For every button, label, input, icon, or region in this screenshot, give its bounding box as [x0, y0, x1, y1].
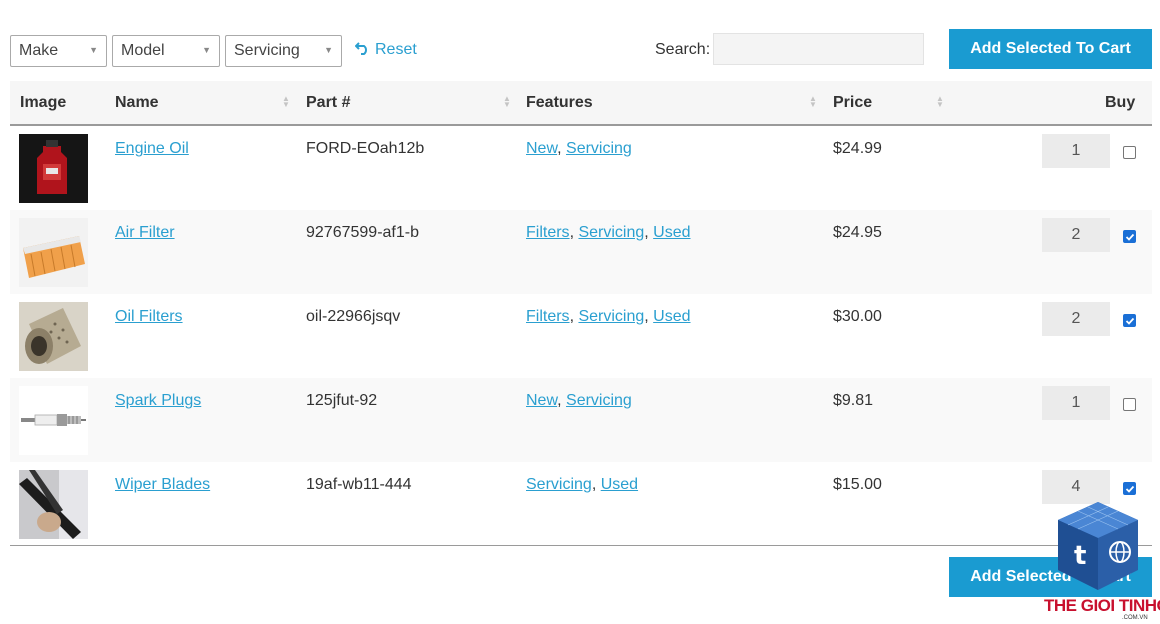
price: $30.00 [833, 308, 882, 325]
product-image-oil-filters [19, 302, 88, 371]
quantity-input[interactable]: 1 [1042, 134, 1110, 168]
feature-link[interactable]: Servicing [578, 308, 644, 325]
sort-icon[interactable]: ▲ ▼ [503, 95, 511, 109]
features-list: New, Servicing [526, 140, 632, 157]
feature-link[interactable]: Used [601, 476, 638, 493]
make-select[interactable]: Make ▼ [10, 35, 107, 67]
buy-checkbox[interactable] [1123, 398, 1136, 411]
buy-checkbox[interactable] [1123, 230, 1136, 243]
cube-logo-icon: t [1058, 502, 1138, 590]
product-image-air-filter [19, 218, 88, 287]
header-price[interactable]: Price [833, 94, 872, 112]
header-buy: Buy [1105, 94, 1136, 111]
table-row: Wiper Blades 19af-wb11-444 Servicing, Us… [10, 462, 1152, 546]
svg-text:t: t [1074, 541, 1086, 571]
servicing-select-value: Servicing [234, 42, 300, 59]
buy-checkbox[interactable] [1123, 482, 1136, 495]
table-row: Oil Filters oil-22966jsqv Filters, Servi… [10, 294, 1152, 378]
model-select[interactable]: Model ▼ [112, 35, 220, 67]
product-name-link[interactable]: Air Filter [115, 224, 175, 242]
feature-link[interactable]: Servicing [566, 140, 632, 157]
search-label: Search: [655, 41, 711, 58]
watermark-domain: .COM.VN [1122, 615, 1148, 621]
price: $9.81 [833, 392, 874, 409]
price: $24.99 [833, 140, 882, 157]
quantity-input[interactable]: 2 [1042, 218, 1110, 252]
feature-link[interactable]: New [526, 392, 557, 409]
product-name-link[interactable]: Oil Filters [115, 308, 183, 326]
features-list: Filters, Servicing, Used [526, 224, 691, 241]
product-name-link[interactable]: Engine Oil [115, 140, 189, 158]
table-row: Engine Oil FORD-EOah12b New, Servicing $… [10, 126, 1152, 210]
undo-icon [354, 42, 367, 55]
table-header: Image Name ▲ ▼ Part # ▲ ▼ Features ▲ ▼ Pric… [10, 81, 1152, 126]
part-number: 92767599-af1-b [306, 224, 419, 241]
reset-label: Reset [375, 41, 417, 58]
sort-icon[interactable]: ▲ ▼ [936, 95, 944, 109]
part-number: oil-22966jsqv [306, 308, 401, 325]
part-number: 125jfut-92 [306, 392, 378, 409]
search-input[interactable] [713, 33, 924, 65]
watermark-brand: THE GIOI TINHOC [1044, 596, 1160, 615]
features-list: New, Servicing [526, 392, 632, 409]
feature-link[interactable]: Filters [526, 308, 570, 325]
part-number: 19af-wb11-444 [306, 476, 412, 493]
feature-link[interactable]: Servicing [578, 224, 644, 241]
check-icon [1125, 317, 1135, 325]
product-name-link[interactable]: Wiper Blades [115, 476, 210, 494]
buy-checkbox[interactable] [1123, 146, 1136, 159]
add-selected-to-cart-button[interactable]: Add Selected To Cart [949, 29, 1152, 69]
feature-link[interactable]: Servicing [526, 476, 592, 493]
chevron-down-icon: ▼ [202, 45, 211, 55]
quantity-input[interactable]: 4 [1042, 470, 1110, 504]
price: $24.95 [833, 224, 882, 241]
servicing-select[interactable]: Servicing ▼ [225, 35, 342, 67]
watermark-logo: t THE GIOI TINHOC .COM.VN [1040, 500, 1160, 624]
check-icon [1125, 485, 1135, 493]
feature-link[interactable]: Used [653, 308, 690, 325]
product-name-link[interactable]: Spark Plugs [115, 392, 201, 410]
header-part[interactable]: Part # [306, 94, 350, 112]
part-number: FORD-EOah12b [306, 140, 425, 157]
feature-link[interactable]: New [526, 140, 557, 157]
chevron-down-icon: ▼ [89, 45, 98, 55]
features-list: Servicing, Used [526, 476, 639, 493]
buy-checkbox[interactable] [1123, 314, 1136, 327]
product-image-wiper-blades [19, 470, 88, 539]
header-features[interactable]: Features [526, 94, 593, 112]
quantity-input[interactable]: 1 [1042, 386, 1110, 420]
toolbar: Make ▼ Model ▼ Servicing ▼ Reset Search:… [0, 0, 1160, 80]
header-image: Image [20, 94, 67, 111]
quantity-input[interactable]: 2 [1042, 302, 1110, 336]
sort-icon[interactable]: ▲ ▼ [282, 95, 290, 109]
check-icon [1125, 233, 1135, 241]
header-name[interactable]: Name [115, 94, 159, 112]
features-list: Filters, Servicing, Used [526, 308, 691, 325]
product-image-engine-oil [19, 134, 88, 203]
make-select-value: Make [19, 42, 59, 59]
chevron-down-icon: ▼ [324, 45, 333, 55]
model-select-value: Model [121, 42, 165, 59]
feature-link[interactable]: Used [653, 224, 690, 241]
table-divider [10, 545, 1152, 546]
table-row: Air Filter 92767599-af1-b Filters, Servi… [10, 210, 1152, 294]
table-row: Spark Plugs 125jfut-92 New, Servicing $9… [10, 378, 1152, 462]
sort-icon[interactable]: ▲ ▼ [809, 95, 817, 109]
feature-link[interactable]: Servicing [566, 392, 632, 409]
reset-link[interactable]: Reset [354, 40, 417, 59]
product-image-spark-plugs [19, 386, 88, 455]
price: $15.00 [833, 476, 882, 493]
feature-link[interactable]: Filters [526, 224, 570, 241]
